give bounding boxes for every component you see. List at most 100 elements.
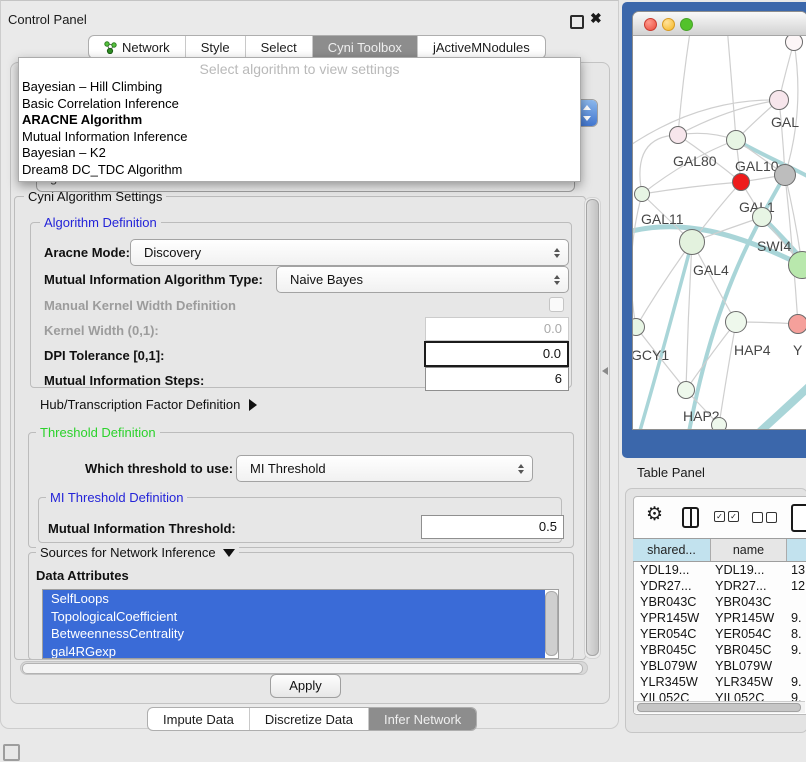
split-view-icon[interactable] xyxy=(682,507,699,528)
tab-label: Select xyxy=(261,40,297,55)
tab-label: Cyni Toolbox xyxy=(328,40,402,55)
attribute-item-gal4rgexp[interactable]: gal4RGexp xyxy=(43,643,545,660)
algorithm-option-aracne-algorithm[interactable]: ARACNE Algorithm xyxy=(19,112,580,129)
gear-icon[interactable]: ⚙ xyxy=(646,504,663,526)
settings-vertical-scrollbar-thumb[interactable] xyxy=(586,199,599,656)
panel-collapse-arrow[interactable] xyxy=(602,367,608,375)
close-window-icon[interactable] xyxy=(644,18,657,31)
network-node-gal4[interactable] xyxy=(679,229,705,255)
table-row[interactable]: YLR345WYLR345W9. xyxy=(633,674,806,690)
table-row[interactable]: YBR043CYBR043C xyxy=(633,594,806,610)
collapse-arrow-icon[interactable] xyxy=(223,549,235,557)
network-window-titlebar[interactable] xyxy=(633,12,806,36)
attributes-list-scrollbar-thumb[interactable] xyxy=(545,591,558,656)
float-panel-icon[interactable] xyxy=(570,15,584,29)
attribute-item-topologicalcoefficient[interactable]: TopologicalCoefficient xyxy=(43,608,545,626)
aracne-mode-combobox[interactable]: Discovery xyxy=(130,239,569,266)
tab-select[interactable]: Select xyxy=(245,36,312,58)
table-row[interactable]: YDL19...YDL19...13 xyxy=(633,562,806,578)
table-cell: YIL052C xyxy=(633,690,711,701)
table-row[interactable]: YIL052CYIL052C9. xyxy=(633,690,806,701)
mi-threshold-label: Mutual Information Threshold: xyxy=(48,521,236,536)
network-node-label: GAL11 xyxy=(641,211,684,227)
data-attributes-label: Data Attributes xyxy=(36,568,129,583)
close-icon[interactable]: ✖ xyxy=(590,10,602,27)
table-cell: 9. xyxy=(787,690,806,701)
panel-grip-icon[interactable] xyxy=(3,744,20,761)
select-all-icon[interactable]: ✓✓ xyxy=(714,511,739,522)
network-node-gal1[interactable] xyxy=(732,173,750,191)
mi-threshold-field[interactable]: 0.5 xyxy=(421,515,564,539)
attribute-item-betweennesscentrality[interactable]: BetweennessCentrality xyxy=(43,625,545,643)
algorithm-option-dream8-dc-tdc-algorithm[interactable]: Dream8 DC_TDC Algorithm xyxy=(19,162,580,179)
control-panel-title: Control Panel xyxy=(8,12,87,27)
which-threshold-combobox[interactable]: MI Threshold xyxy=(236,455,533,482)
network-node-swi4[interactable] xyxy=(752,207,772,227)
tab-style[interactable]: Style xyxy=(185,36,245,58)
dpi-tolerance-field[interactable]: 0.0 xyxy=(424,341,569,367)
tab-label: Network xyxy=(122,40,170,55)
algorithm-option-bayesian-hill-climbing[interactable]: Bayesian – Hill Climbing xyxy=(19,79,580,96)
data-attributes-list[interactable]: SelfLoopsTopologicalCoefficientBetweenne… xyxy=(42,589,559,659)
partial-table-icon[interactable] xyxy=(791,504,806,532)
kernel-width-field[interactable]: 0.0 xyxy=(425,317,569,341)
network-node-hap2[interactable] xyxy=(677,381,695,399)
column-header-name[interactable]: name xyxy=(711,539,787,561)
tab-cyni-toolbox[interactable]: Cyni Toolbox xyxy=(312,36,417,58)
mi-steps-label: Mutual Information Steps: xyxy=(44,373,204,388)
tab-network[interactable]: Network xyxy=(89,36,185,58)
table-cell: YDR27... xyxy=(633,578,711,594)
tab-discretize-data[interactable]: Discretize Data xyxy=(249,708,368,730)
column-header-a[interactable]: A xyxy=(787,539,806,561)
network-node-gal80[interactable] xyxy=(669,126,687,144)
table-horizontal-scrollbar-thumb[interactable] xyxy=(637,703,801,712)
algorithm-popup-items: Bayesian – Hill ClimbingBasic Correlatio… xyxy=(19,79,580,178)
table-row[interactable]: YDR27...YDR27...12 xyxy=(633,578,806,594)
network-node-label: GAL80 xyxy=(673,153,717,169)
manual-kernel-width-checkbox[interactable] xyxy=(549,297,564,312)
mi-algorithm-type-combobox[interactable]: Naive Bayes xyxy=(276,266,569,293)
algorithm-option-mutual-information-inference[interactable]: Mutual Information Inference xyxy=(19,129,580,146)
attribute-item-selfloops[interactable]: SelfLoops xyxy=(43,590,545,608)
network-node-gal[interactable] xyxy=(769,90,789,110)
minimize-window-icon[interactable] xyxy=(662,18,675,31)
table-row[interactable]: YER054CYER054C8. xyxy=(633,626,806,642)
network-node-label: GAL10 xyxy=(735,158,779,174)
stepper-arrows-icon xyxy=(550,275,564,285)
table-cell: YLR345W xyxy=(633,674,711,690)
table-cell: YPR145W xyxy=(711,610,787,626)
network-node-hap4[interactable] xyxy=(725,311,747,333)
kernel-width-label: Kernel Width (0,1): xyxy=(44,323,159,338)
mi-threshold-definition-title: MI Threshold Definition xyxy=(46,490,187,505)
table-row[interactable]: YBR045CYBR045C9. xyxy=(633,642,806,658)
table-cell: 9. xyxy=(787,642,806,658)
network-node[interactable] xyxy=(774,164,796,186)
table-cell: YDR27... xyxy=(711,578,787,594)
stepper-arrows-icon xyxy=(550,248,564,258)
table-cell: YIL052C xyxy=(711,690,787,701)
stepper-arrows-icon xyxy=(514,464,528,474)
algorithm-option-basic-correlation-inference[interactable]: Basic Correlation Inference xyxy=(19,96,580,113)
mi-steps-field[interactable]: 6 xyxy=(425,367,569,391)
table-cell: YPR145W xyxy=(633,610,711,626)
apply-button[interactable]: Apply xyxy=(270,674,341,698)
network-icon xyxy=(104,41,117,54)
algorithm-option-bayesian-k2[interactable]: Bayesian – K2 xyxy=(19,145,580,162)
network-node-gal11[interactable] xyxy=(634,186,650,202)
hub-definition-section[interactable]: Hub/Transcription Factor Definition xyxy=(40,397,257,412)
network-canvas[interactable]: GALGAL80GAL10GAL1GAL11SWI4GAL4HAP4YGCY1H… xyxy=(633,36,806,429)
settings-horizontal-scrollbar-thumb[interactable] xyxy=(22,663,583,674)
deselect-all-icon[interactable] xyxy=(752,512,777,523)
tab-impute-data[interactable]: Impute Data xyxy=(148,708,249,730)
table-row[interactable]: YPR145WYPR145W9. xyxy=(633,610,806,626)
tab-infer-network[interactable]: Infer Network xyxy=(368,708,476,730)
zoom-window-icon[interactable] xyxy=(680,18,693,31)
table-row[interactable]: YBL079WYBL079W xyxy=(633,658,806,674)
network-node[interactable] xyxy=(711,417,727,429)
expand-arrow-icon[interactable] xyxy=(249,399,257,411)
column-header-shared[interactable]: shared... xyxy=(633,539,711,561)
tab-jactivemnodules[interactable]: jActiveMNodules xyxy=(417,36,545,58)
network-node-gal10[interactable] xyxy=(726,130,746,150)
network-node-y[interactable] xyxy=(788,314,806,334)
sources-title-row[interactable]: Sources for Network Inference xyxy=(36,545,239,560)
